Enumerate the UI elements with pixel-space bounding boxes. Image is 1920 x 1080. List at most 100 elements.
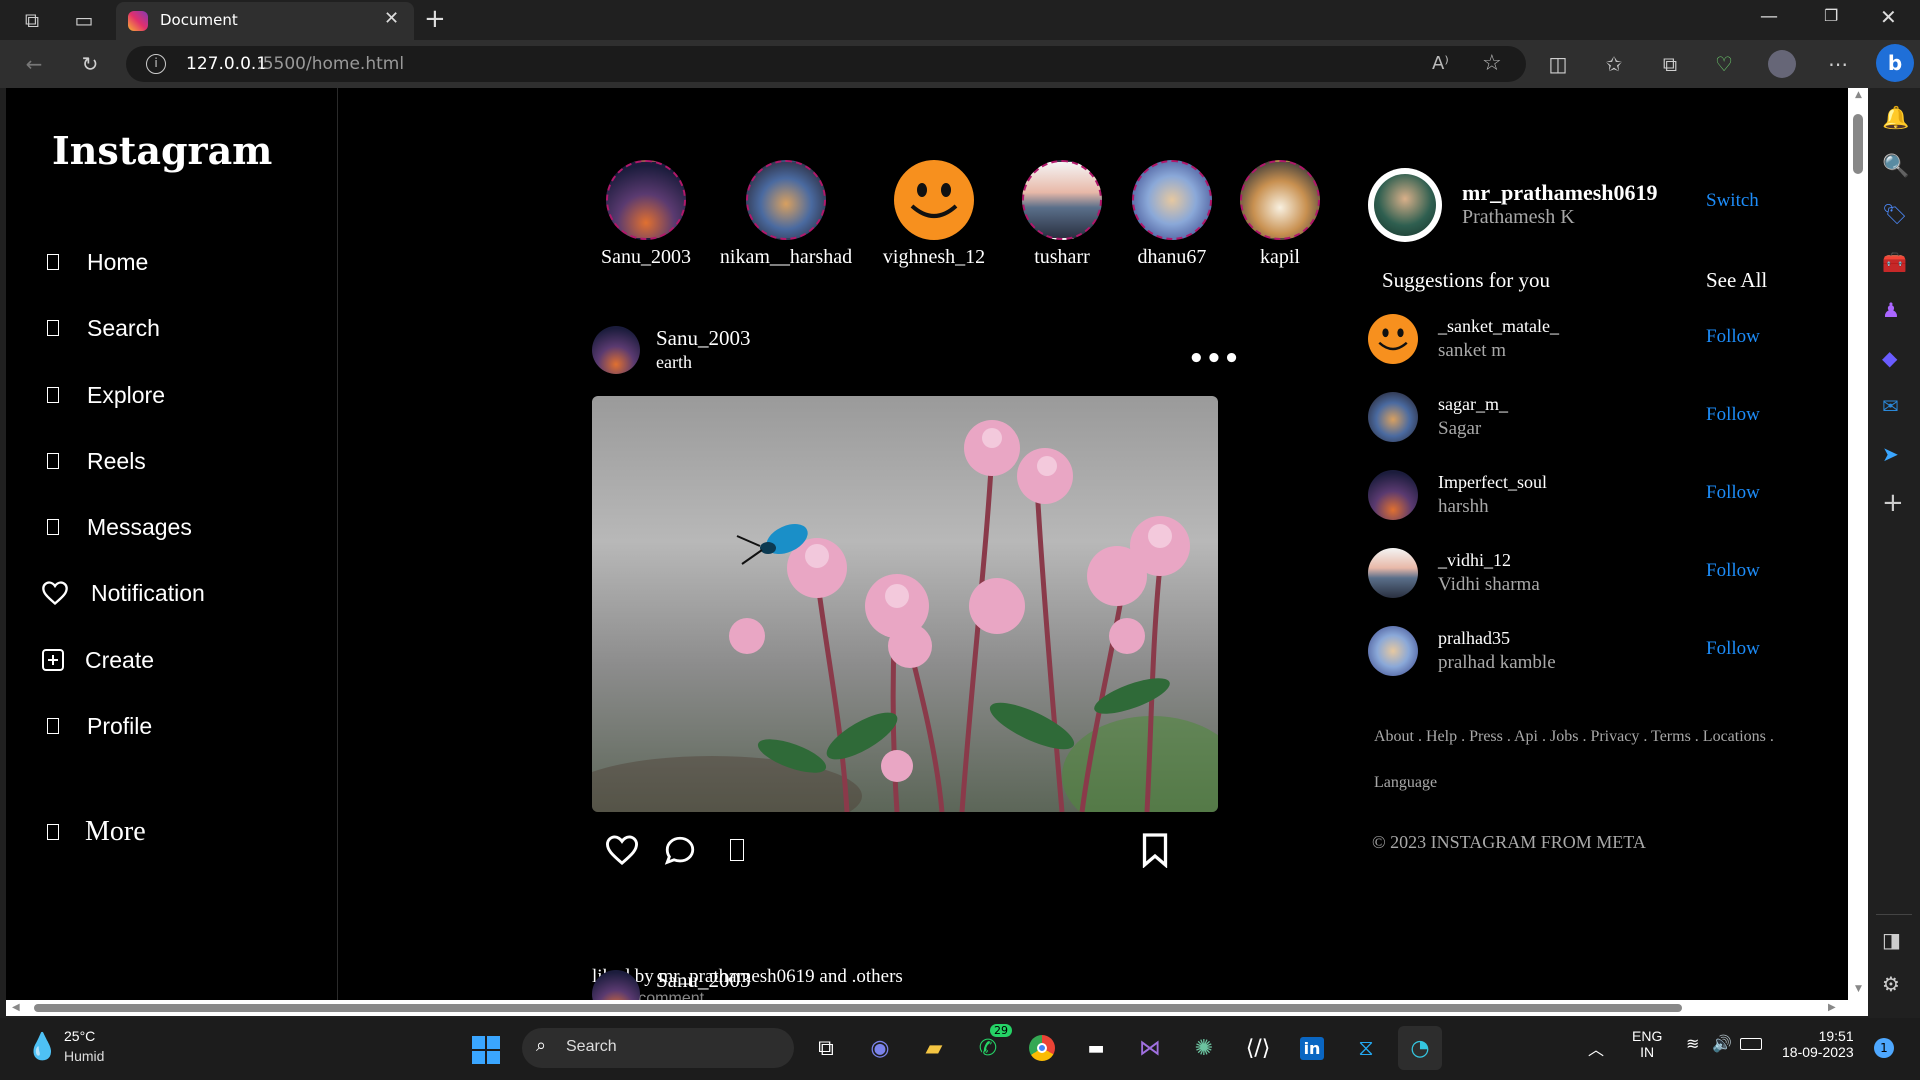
post-username[interactable]: Sanu_2003 (656, 326, 751, 351)
browser-essentials-icon[interactable]: ♡ (1706, 46, 1742, 82)
story-item[interactable]: nikam__harshad (720, 160, 852, 269)
scroll-left-icon[interactable]: ◀ (12, 1002, 20, 1013)
story-item[interactable]: Sanu_2003 (601, 160, 691, 269)
nav-home[interactable]: Home (41, 242, 148, 282)
horizontal-scroll-thumb[interactable] (34, 1004, 1682, 1012)
story-item[interactable]: dhanu67 (1132, 160, 1212, 269)
nav-messages[interactable]: Messages (41, 507, 192, 547)
terminal-icon[interactable]: ▬ (1074, 1026, 1118, 1070)
suggestion-avatar[interactable] (1368, 548, 1418, 598)
weather-icon[interactable]: 💧 (26, 1032, 58, 1062)
nav-notification[interactable]: Notification (41, 573, 205, 613)
suggestion-avatar[interactable] (1368, 392, 1418, 442)
follow-button[interactable]: Follow (1706, 326, 1760, 348)
next-post-username[interactable]: Sanu_2003 (656, 968, 751, 993)
start-windows-icon[interactable] (472, 1036, 500, 1064)
tools-icon[interactable]: 🧰 (1882, 250, 1907, 274)
notifications-bell-icon[interactable]: 🔔 (1882, 106, 1909, 131)
footer-language[interactable]: Language (1374, 774, 1437, 792)
copilot-icon[interactable]: b (1876, 44, 1914, 82)
teams-chat-icon[interactable]: ◉ (858, 1026, 902, 1070)
whatsapp-icon[interactable]: ✆ 29 (966, 1024, 1012, 1070)
wifi-icon[interactable]: ≋ (1686, 1034, 1699, 1053)
close-tab-icon[interactable]: ✕ (384, 8, 399, 29)
dev-tools-icon[interactable]: ⟨/⟩ (1236, 1026, 1280, 1070)
search-sidebar-icon[interactable]: 🔍 (1882, 154, 1909, 179)
nav-explore[interactable]: Explore (41, 375, 165, 415)
suggestion-username[interactable]: sagar_m_ (1438, 394, 1508, 415)
follow-button[interactable]: Follow (1706, 404, 1760, 426)
games-icon[interactable]: ♟ (1882, 298, 1900, 322)
current-user-avatar[interactable] (1368, 168, 1442, 242)
switch-account-link[interactable]: Switch (1706, 190, 1759, 212)
edge-icon[interactable]: ◔ (1398, 1026, 1442, 1070)
scroll-down-icon[interactable]: ▼ (1855, 984, 1862, 994)
story-item[interactable]: tusharr (1022, 160, 1102, 269)
chrome-icon[interactable] (1020, 1026, 1064, 1070)
suggestion-avatar[interactable] (1368, 470, 1418, 520)
battery-icon[interactable] (1740, 1038, 1762, 1050)
chatgpt-icon[interactable]: ✺ (1182, 1026, 1226, 1070)
tab-actions-icon[interactable]: ▭ (66, 2, 102, 38)
nav-more[interactable]: More (41, 812, 146, 852)
favorite-star-icon[interactable]: ☆ (1482, 51, 1502, 76)
weather-temp[interactable]: 25°C (64, 1028, 95, 1044)
follow-button[interactable]: Follow (1706, 482, 1760, 504)
read-aloud-icon[interactable]: A⁾ (1432, 53, 1449, 74)
share-icon[interactable] (730, 839, 744, 861)
back-icon[interactable]: ← (16, 46, 52, 82)
workspaces-icon[interactable]: ⧉ (14, 2, 50, 38)
tab-document[interactable]: Document ✕ (116, 2, 414, 40)
vertical-scroll-thumb[interactable] (1853, 114, 1863, 174)
linkedin-icon[interactable]: in (1290, 1026, 1334, 1070)
scroll-right-icon[interactable]: ▶ (1828, 1002, 1836, 1013)
drop-icon[interactable]: ➤ (1882, 442, 1899, 466)
shopping-tag-icon[interactable]: 🏷 (1882, 202, 1907, 226)
split-screen-icon[interactable]: ◫ (1540, 46, 1576, 82)
suggestion-username[interactable]: _sanket_matale_ (1438, 316, 1559, 337)
nav-profile[interactable]: Profile (41, 706, 152, 746)
clock[interactable]: 19:51 18-09-2023 (1782, 1028, 1854, 1060)
story-item[interactable]: kapil (1240, 160, 1320, 269)
suggestion-username[interactable]: _vidhi_12 (1438, 550, 1511, 571)
scroll-up-icon[interactable]: ▲ (1855, 90, 1862, 100)
current-username[interactable]: mr_prathamesh0619 (1462, 180, 1658, 206)
visual-studio-icon[interactable]: ⋈ (1128, 1026, 1172, 1070)
follow-button[interactable]: Follow (1706, 638, 1760, 660)
taskbar-search[interactable]: ⌕ Search (522, 1028, 794, 1068)
close-window-icon[interactable]: ✕ (1880, 5, 1897, 29)
comment-icon[interactable] (662, 834, 698, 868)
suggestion-avatar[interactable] (1368, 626, 1418, 676)
language-indicator[interactable]: ENG IN (1632, 1028, 1662, 1060)
add-sidebar-icon[interactable]: + (1882, 488, 1904, 518)
horizontal-scrollbar[interactable]: ◀ ▶ (6, 1000, 1868, 1016)
refresh-icon[interactable]: ↻ (72, 46, 108, 82)
site-info-icon[interactable]: i (146, 54, 166, 74)
suggestion-avatar[interactable] (1368, 314, 1418, 364)
settings-gear-icon[interactable]: ⚙ (1882, 972, 1900, 996)
post-avatar[interactable] (592, 326, 640, 374)
profile-avatar-icon[interactable] (1768, 50, 1796, 78)
volume-icon[interactable]: 🔊 (1712, 1034, 1732, 1053)
show-hidden-icons-icon[interactable]: ︿ (1588, 1036, 1604, 1060)
restore-icon[interactable]: ❐ (1824, 6, 1838, 25)
footer-links[interactable]: About . Help . Press . Api . Jobs . Priv… (1374, 728, 1774, 746)
follow-button[interactable]: Follow (1706, 560, 1760, 582)
vscode-icon[interactable]: ⧖ (1344, 1026, 1388, 1070)
vertical-scrollbar[interactable]: ▲ ▼ (1848, 88, 1868, 1000)
see-all-link[interactable]: See All (1706, 268, 1767, 293)
suggestion-username[interactable]: Imperfect_soul (1438, 472, 1547, 493)
copilot-sidebar-icon[interactable]: ◆ (1882, 346, 1897, 370)
nav-reels[interactable]: Reels (41, 441, 146, 481)
post-image[interactable] (592, 396, 1218, 812)
favorites-icon[interactable]: ✩ (1596, 46, 1632, 82)
bookmark-icon[interactable] (1140, 832, 1170, 868)
file-explorer-icon[interactable]: ▰ (912, 1026, 956, 1070)
hide-sidebar-icon[interactable]: ◨ (1882, 928, 1901, 952)
story-item[interactable]: vighnesh_12 (883, 160, 985, 269)
notification-count-badge[interactable]: 1 (1874, 1038, 1894, 1058)
nav-search[interactable]: Search (41, 308, 160, 348)
suggestion-username[interactable]: pralhad35 (1438, 628, 1510, 649)
new-tab-icon[interactable]: + (424, 4, 446, 34)
post-options-icon[interactable]: ••• (1188, 344, 1241, 374)
